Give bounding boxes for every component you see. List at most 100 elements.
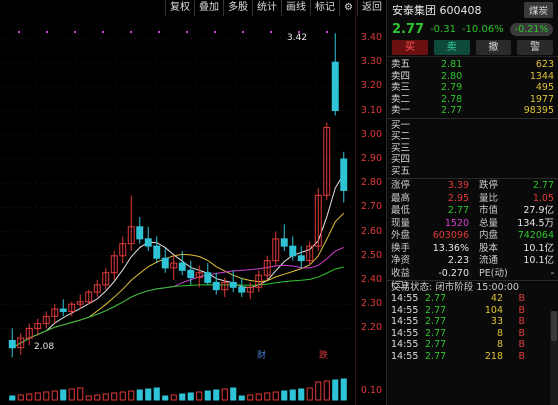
cancel-order-button[interactable]: 撤 — [475, 39, 512, 55]
stat-value: 1520 — [444, 217, 469, 229]
candle-body — [331, 61, 339, 112]
trade-buttons: 买 卖 撤 警 — [387, 38, 558, 57]
stat-value: 27.9亿 — [523, 205, 554, 216]
panel-header: 安泰集团 600408 煤炭 — [387, 0, 558, 20]
trade-status: 交易状态: 闭市阶段 15:00:00 — [387, 280, 558, 293]
toolbar-stats[interactable]: 统计 — [252, 0, 281, 16]
volume-bar — [77, 387, 84, 401]
bid-row: 买三 — [391, 142, 411, 154]
volume-bar — [289, 389, 296, 401]
candle-body — [289, 245, 297, 257]
volume-bar — [17, 394, 24, 401]
volume-bar — [9, 395, 16, 401]
volume-bar — [187, 392, 194, 401]
stat-label: 最低 — [391, 205, 411, 216]
trade-side: B — [518, 350, 525, 362]
divider — [387, 117, 558, 119]
volume-bar — [179, 393, 186, 401]
volume-bar — [272, 391, 279, 401]
volume-bar — [94, 394, 101, 401]
volume-bar — [230, 387, 237, 401]
price-axis-label: 2.20 — [360, 322, 382, 334]
volume-bar — [34, 392, 41, 401]
ask-book: 卖五 2.81 623 卖四 2.80 1344 卖三 2.79 495 卖二 2.78 197… — [387, 57, 558, 117]
top-marker — [214, 31, 216, 33]
ask-row: 卖四 2.80 1344 — [391, 70, 554, 82]
volume-bar — [238, 395, 245, 401]
volume-axis-label: 0.10 — [360, 385, 382, 396]
toolbar-draw[interactable]: 画线 — [281, 0, 310, 16]
sell-button[interactable]: 卖 — [433, 39, 470, 55]
volume-bar — [213, 389, 220, 401]
volume-bar — [102, 393, 109, 401]
trade-side: B — [518, 327, 525, 339]
volume-bar — [68, 388, 75, 401]
scrollbar[interactable] — [550, 311, 558, 405]
volume-bar — [162, 395, 169, 401]
top-marker — [74, 31, 76, 33]
trade-row: 14:55 2.77 42 B — [387, 293, 558, 305]
kline-chart[interactable]: 3.42 2.08 财跌 复权 叠加 多股 统计 画线 标记 ⚙ 返回 3.40 3.… — [0, 0, 386, 405]
volume-bar — [43, 391, 50, 401]
price-change: -0.31 — [430, 23, 456, 35]
stat-row: 收益(二) -0.270 PE(动) - — [387, 267, 558, 292]
stat-row: 净资 2.23 流通 10.1亿 — [387, 255, 558, 268]
stat-label: 跌停 — [479, 180, 499, 191]
candle-body — [204, 272, 212, 283]
trade-price: 2.77 — [425, 316, 447, 327]
candle-body — [59, 308, 67, 312]
stat-row: 涨停 3.39 跌停 2.77 — [387, 180, 558, 193]
candle-body — [187, 269, 195, 279]
volume-bar — [111, 392, 118, 401]
trade-row: 14:55 2.77 218 B — [387, 351, 558, 363]
ask-row: 卖二 2.78 1977 — [391, 93, 554, 105]
trade-row: 14:55 2.77 8 B — [387, 339, 558, 351]
toolbar-mark[interactable]: 标记 — [310, 0, 339, 16]
stat-label: 外盘 — [391, 230, 411, 241]
trade-volume: 8 — [496, 327, 503, 339]
stat-value: 742064 — [517, 230, 554, 241]
stat-label: 总量 — [479, 217, 499, 229]
volume-bar — [153, 387, 160, 401]
volume-bar — [332, 379, 339, 401]
volume-bar — [281, 390, 288, 401]
scrollbar-thumb[interactable] — [551, 311, 557, 341]
candle-body — [229, 281, 237, 288]
trade-price: 2.77 — [425, 304, 447, 316]
low-price-label: 2.08 — [34, 342, 54, 352]
candle-body — [212, 281, 220, 291]
ma-line-40 — [12, 266, 344, 349]
toolbar-overlay[interactable]: 叠加 — [194, 0, 223, 16]
volume-bar — [247, 394, 254, 401]
finance-event-label: 财 — [257, 349, 266, 361]
stat-value: 2.77 — [447, 205, 469, 216]
volume-bar — [51, 390, 58, 401]
toolbar-multi[interactable]: 多股 — [223, 0, 252, 16]
stat-row: 换手 13.36% 股本 10.1亿 — [387, 243, 558, 256]
toolbar-fuquan[interactable]: 复权 — [165, 0, 194, 16]
bid-row: 买二 — [391, 131, 411, 142]
buy-button[interactable]: 买 — [392, 39, 428, 55]
stat-value: - — [550, 267, 554, 279]
top-marker — [326, 31, 328, 33]
candle-body — [153, 245, 161, 259]
volume-bar — [315, 381, 322, 401]
quote-line: 2.77 -0.31 -10.06% -0.21% — [387, 20, 558, 38]
trade-volume: 33 — [490, 316, 503, 327]
alert-button[interactable]: 警 — [517, 39, 553, 55]
stat-label: 内盘 — [479, 230, 499, 241]
trade-row: 14:55 2.77 33 B — [387, 316, 558, 328]
sector-tag[interactable]: 煤炭 — [523, 2, 553, 18]
bid-row: 买四 — [391, 154, 411, 165]
last-price: 2.77 — [392, 21, 425, 37]
volume-bar — [298, 388, 305, 401]
stat-value: 10.1亿 — [523, 242, 554, 254]
top-marker — [18, 31, 20, 33]
stat-label: 市值 — [479, 205, 499, 216]
volume-bar — [170, 394, 177, 401]
stat-value: 2.95 — [447, 192, 469, 204]
ma-line-20 — [12, 246, 344, 349]
price-axis: 3.40 3.30 3.20 3.10 3.00 2.90 2.80 2.70 2.60 2.50… — [355, 0, 386, 405]
stat-row: 最低 2.77 市值 27.9亿 — [387, 205, 558, 218]
volume-bar — [306, 387, 313, 401]
